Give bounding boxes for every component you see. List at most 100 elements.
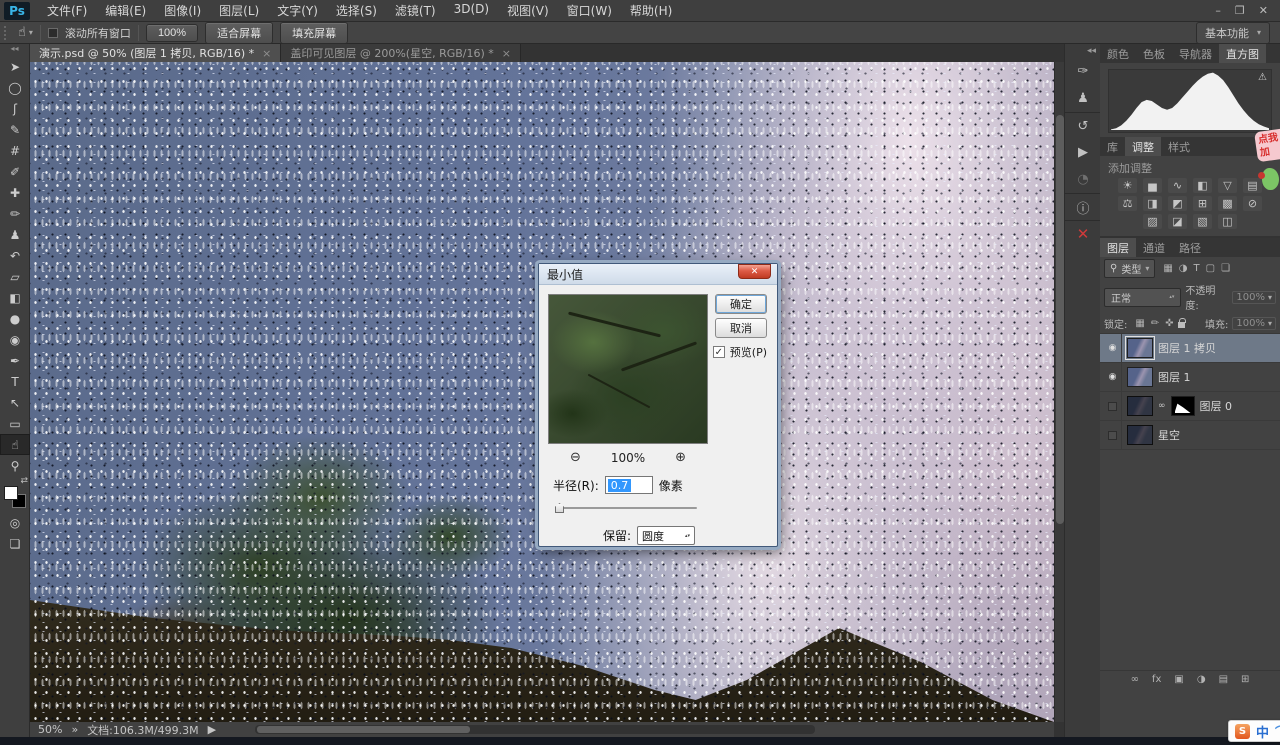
lock-position-icon[interactable]: ✜ [1165,318,1173,329]
dodge-tool[interactable]: ◉ [0,329,30,350]
color-balance-icon[interactable]: ⚖ [1118,196,1137,211]
black-white-icon[interactable]: ◨ [1143,196,1162,211]
preview-checkbox[interactable]: ✓ [712,346,725,358]
posterize-icon[interactable]: ▨ [1143,214,1162,229]
actions-panel-icon[interactable]: ▶ [1065,139,1101,166]
lock-all-icon[interactable] [1177,318,1186,328]
new-layer-icon[interactable]: ⊞ [1241,674,1249,685]
layer-mask-icon[interactable]: ▣ [1174,674,1183,685]
lock-transparent-icon[interactable]: ▦ [1135,318,1144,329]
clone-source-icon[interactable]: ♟ [1065,85,1101,112]
layer-thumbnail[interactable] [1127,396,1153,416]
layer-name[interactable]: 星空 [1158,427,1180,443]
layer-visibility-toggle[interactable]: ◉ [1104,363,1122,391]
layer-thumbnail[interactable] [1127,425,1153,445]
swap-colors-icon[interactable]: ⇄ [20,476,28,486]
scroll-all-windows-checkbox[interactable] [47,27,58,38]
layer-filter-kind-select[interactable]: ⚲ 类型 ▾ [1104,259,1156,278]
fill-screen-button[interactable]: 填充屏幕 [280,21,349,44]
path-selection-tool[interactable]: ↖ [0,392,30,413]
tab-close-icon[interactable]: × [262,47,271,60]
horizontal-scrollbar[interactable] [255,725,816,734]
panel-tab[interactable]: 路径 [1172,238,1208,257]
panel-tab[interactable]: 直方图 [1219,44,1266,63]
move-tool[interactable]: ➤ [0,56,30,77]
menu-item[interactable]: 滤镜(T) [386,0,445,22]
ok-button[interactable]: 确定 [715,294,767,314]
collapse-tools-icon[interactable]: ◂◂ [0,44,29,56]
pen-tool[interactable]: ✒ [0,350,30,371]
layer-name[interactable]: 图层 1 [1158,369,1191,385]
zoom-tool[interactable]: ⚲ [0,455,30,476]
vibrance-icon[interactable]: ▽ [1218,178,1237,193]
exposure-icon[interactable]: ◧ [1193,178,1212,193]
filter-smart-icon[interactable]: ❏ [1221,263,1230,274]
radius-input[interactable]: 0.7 [604,476,653,494]
invert-icon[interactable]: ⊘ [1243,196,1262,211]
threshold-icon[interactable]: ◪ [1168,214,1187,229]
menu-item[interactable]: 3D(D) [445,0,498,22]
brightness-contrast-icon[interactable]: ☀ [1118,178,1137,193]
fit-screen-button[interactable]: 适合屏幕 [205,21,274,44]
shape-tool[interactable]: ▭ [0,413,30,434]
opacity-select[interactable]: 100% ▾ [1232,290,1276,304]
document-tab[interactable]: 演示.psd @ 50% (图层 1 拷贝, RGB/16) * × [30,44,282,62]
clone-stamp-tool[interactable]: ♟ [0,224,30,245]
filter-shape-icon[interactable]: ▢ [1206,263,1215,274]
zoom-in-icon[interactable]: ⊕ [675,450,686,465]
lasso-tool[interactable]: ʃ [0,98,30,119]
screen-mode-toggle[interactable]: ❏ [0,533,30,554]
layer-style-icon[interactable]: fx [1152,674,1161,685]
layer-visibility-toggle[interactable]: ◉ [1104,334,1122,362]
layer-thumbnail[interactable] [1125,336,1155,360]
gradient-map-icon[interactable]: ▧ [1193,214,1212,229]
brush-tool[interactable]: ✏ [0,203,30,224]
vertical-scrollbar[interactable] [1054,62,1064,722]
document-tab[interactable]: 盖印可见图层 @ 200%(星空, RGB/16) * × [281,44,521,62]
history-panel-icon[interactable]: ↺ [1065,112,1101,139]
panel-tab[interactable]: 调整 [1125,137,1161,156]
menu-item[interactable]: 窗口(W) [558,0,621,22]
photo-filter-icon[interactable]: ◩ [1168,196,1187,211]
eraser-tool[interactable]: ▱ [0,266,30,287]
eyedropper-tool[interactable]: ✐ [0,161,30,182]
slider-thumb[interactable] [555,503,564,513]
vertical-scrollbar-thumb[interactable] [1056,114,1064,524]
filter-preview-image[interactable] [548,294,708,444]
input-method-bar[interactable]: S 中 ⌒ [1228,720,1280,742]
zoom-out-icon[interactable]: ⊖ [570,450,581,465]
dialog-close-button[interactable]: ✕ [738,264,771,279]
properties-panel-icon[interactable]: ◔ [1065,166,1101,193]
layer-name[interactable]: 图层 0 [1200,398,1233,414]
menu-item[interactable]: 文字(Y) [268,0,327,22]
menu-item[interactable]: 图像(I) [155,0,210,22]
layer-mask-thumbnail[interactable] [1170,396,1195,416]
type-tool[interactable]: T [0,371,30,392]
fill-select[interactable]: 100% ▾ [1232,317,1276,330]
color-lookup-icon[interactable]: ▩ [1218,196,1237,211]
menu-item[interactable]: 视图(V) [498,0,558,22]
panel-tab[interactable]: 通道 [1136,238,1172,257]
zoom-level-field[interactable]: 50% [38,723,62,736]
lock-paint-icon[interactable]: ✏ [1151,318,1159,329]
brush-settings-icon[interactable]: ✑ [1065,58,1101,85]
tab-close-icon[interactable]: × [502,47,511,60]
selective-color-icon[interactable]: ◫ [1218,214,1237,229]
status-arrow-icon[interactable]: ▶ [208,723,216,736]
adjustment-layer-icon[interactable]: ◑ [1197,674,1206,685]
gradient-tool[interactable]: ◧ [0,287,30,308]
quick-mask-toggle[interactable]: ◎ [0,512,30,533]
cancel-button[interactable]: 取消 [715,318,767,338]
ime-extra-icon[interactable]: ⌒ [1275,723,1280,740]
blend-mode-select[interactable]: 正常 ▴▾ [1104,287,1182,307]
workspace-switcher[interactable]: 基本功能 ▾ [1195,21,1270,44]
channel-mixer-icon[interactable]: ⊞ [1193,196,1212,211]
foreground-color-swatch[interactable] [4,486,18,500]
hand-tool[interactable]: ☝ [0,434,30,455]
link-layers-icon[interactable]: ∞ [1131,674,1139,685]
layer-row[interactable]: ◉ ∞ 图层 1 拷贝 [1100,334,1280,363]
histogram-warning-icon[interactable]: ⚠ [1258,72,1267,83]
filter-adjustment-icon[interactable]: ◑ [1179,263,1188,274]
crop-tool[interactable]: # [0,140,30,161]
blur-tool[interactable]: ● [0,308,30,329]
